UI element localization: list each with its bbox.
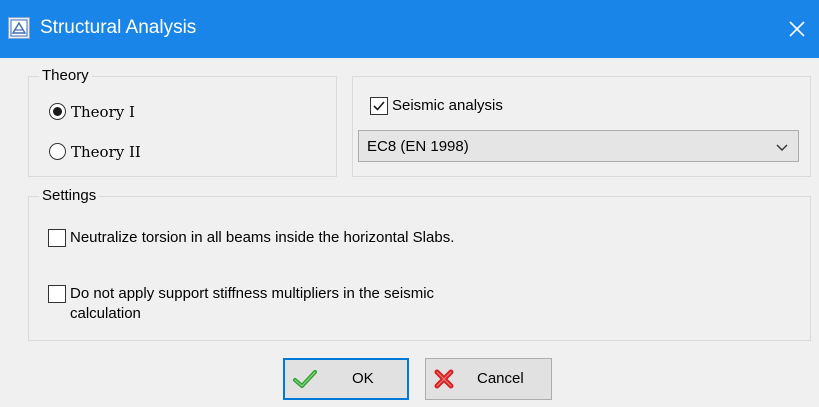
support-stiffness-label-line1: Do not apply support stiffness multiplie… (70, 285, 435, 302)
support-stiffness-checkbox[interactable]: Do not apply support stiffness multiplie… (48, 284, 434, 324)
checkbox-unchecked[interactable] (48, 285, 66, 303)
ok-button-label: OK (352, 370, 374, 387)
cancel-button[interactable]: Cancel (425, 358, 552, 400)
radio-button-selected[interactable] (49, 103, 66, 120)
checkbox-checked[interactable] (370, 97, 388, 115)
settings-group-caption: Settings (39, 186, 100, 206)
radio-button-unselected[interactable] (49, 143, 66, 160)
seismic-code-dropdown[interactable]: EC8 (EN 1998) (358, 130, 799, 162)
neutralize-torsion-checkbox[interactable]: Neutralize torsion in all beams inside t… (48, 228, 454, 248)
chevron-down-icon (776, 144, 788, 151)
seismic-analysis-checkbox[interactable]: Seismic analysis (370, 96, 503, 116)
window-title: Structural Analysis (40, 17, 197, 38)
structural-analysis-dialog: Structural Analysis Theory Theory I Theo… (0, 0, 819, 407)
close-icon (789, 21, 805, 37)
seismic-code-value: EC8 (EN 1998) (367, 138, 469, 155)
checkmark-icon (373, 101, 385, 111)
theory-ii-label: Theory II (71, 143, 141, 161)
support-stiffness-label: Do not apply support stiffness multiplie… (70, 284, 434, 324)
ok-button[interactable]: OK (283, 358, 409, 400)
check-icon (293, 370, 317, 388)
theory-ii-radio[interactable]: Theory II (49, 142, 141, 162)
cross-icon (434, 369, 454, 389)
cancel-button-label: Cancel (477, 370, 524, 387)
seismic-analysis-label: Seismic analysis (392, 97, 503, 114)
support-stiffness-label-line2: calculation (70, 305, 141, 322)
neutralize-torsion-label: Neutralize torsion in all beams inside t… (70, 229, 455, 246)
theory-i-radio[interactable]: Theory I (49, 102, 135, 122)
close-button[interactable] (775, 0, 819, 58)
title-bar[interactable]: Structural Analysis (0, 0, 819, 58)
theory-group-caption: Theory (39, 66, 92, 86)
app-icon (8, 17, 30, 39)
checkbox-unchecked[interactable] (48, 229, 66, 247)
theory-i-label: Theory I (71, 103, 135, 121)
